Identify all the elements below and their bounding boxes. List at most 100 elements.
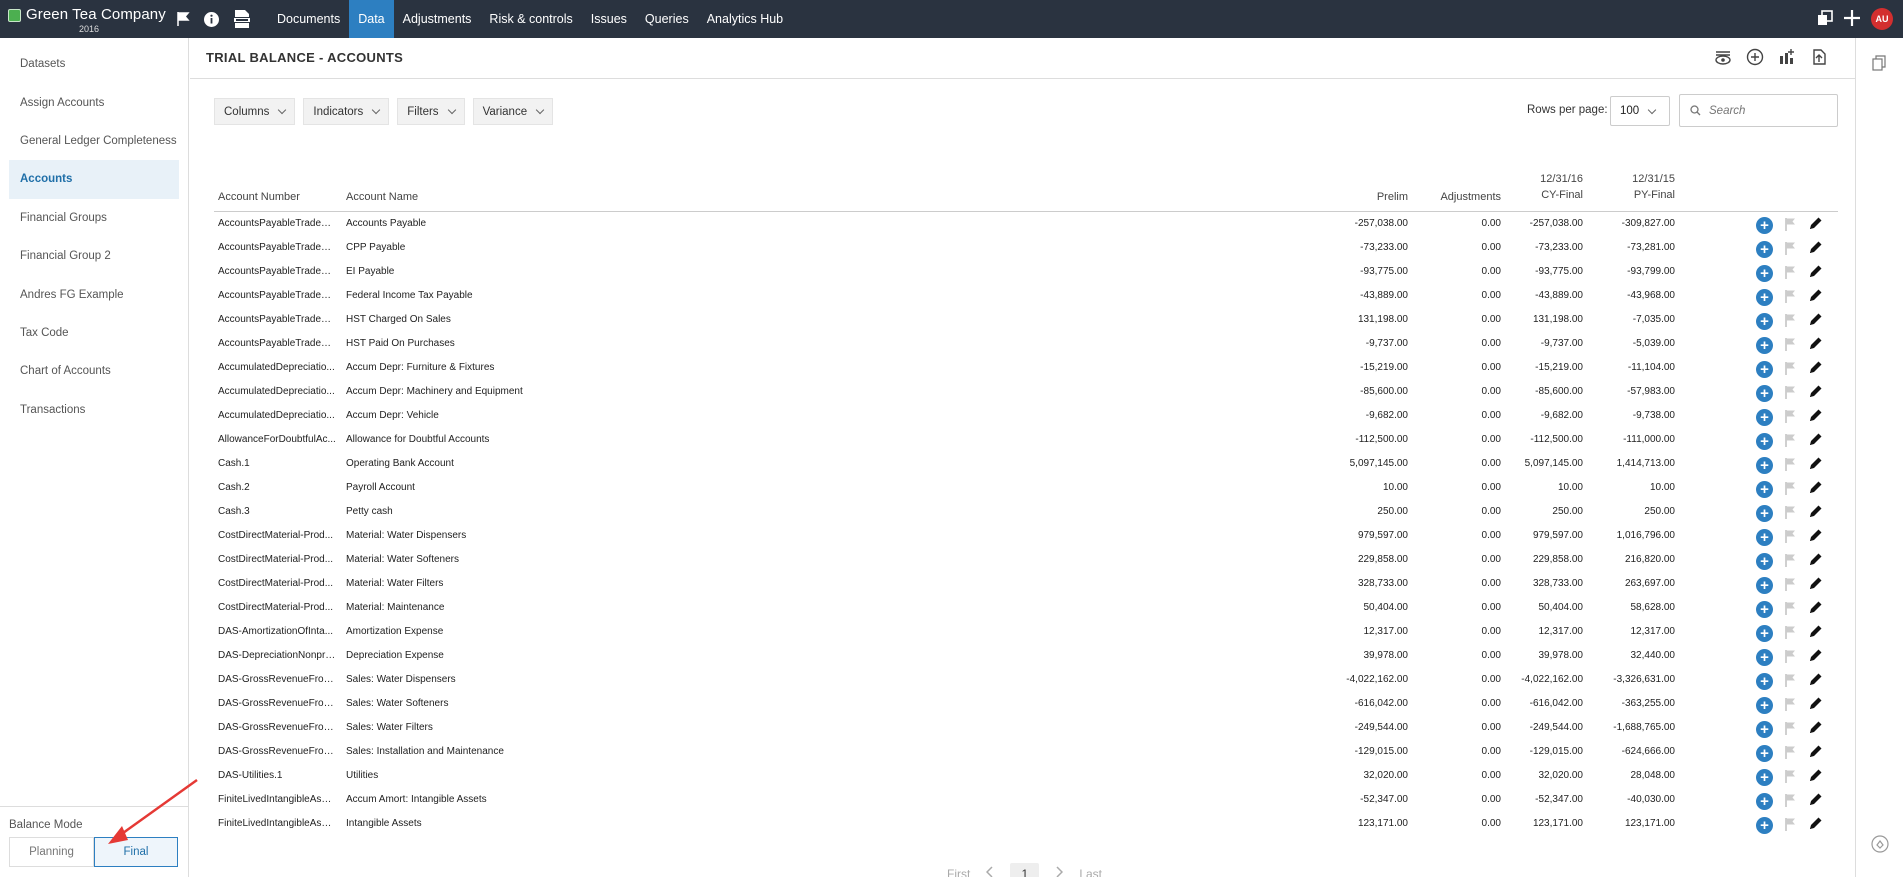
flag-icon[interactable] [1784, 337, 1797, 354]
sidebar-item-datasets[interactable]: Datasets [9, 45, 179, 83]
flag-icon[interactable] [1784, 241, 1797, 258]
add-icon[interactable] [1843, 9, 1861, 30]
search-box[interactable] [1679, 94, 1838, 127]
sidebar-item-assign-accounts[interactable]: Assign Accounts [9, 83, 179, 121]
add-row-icon[interactable]: + [1756, 552, 1773, 570]
nav-adjustments[interactable]: Adjustments [394, 0, 481, 38]
edit-icon[interactable] [1808, 240, 1823, 258]
add-row-icon[interactable]: + [1756, 240, 1773, 258]
table-row[interactable]: AccountsPayableTradeCu... Accounts Payabl… [214, 212, 1838, 236]
flag-icon[interactable] [1784, 769, 1797, 786]
flag-icon[interactable] [1784, 313, 1797, 330]
sidebar-item-andres-fg-example[interactable]: Andres FG Example [9, 275, 179, 313]
table-row[interactable]: AccountsPayableTradeCu... HST Charged On … [214, 308, 1838, 332]
flag-icon[interactable] [1784, 649, 1797, 666]
edit-icon[interactable] [1808, 600, 1823, 618]
flag-icon[interactable] [1784, 793, 1797, 810]
add-row-icon[interactable]: + [1756, 624, 1773, 642]
export-icon[interactable] [1810, 48, 1828, 69]
table-row[interactable]: Cash.3 Petty cash 250.00 0.00 250.00 250.00 + [214, 500, 1838, 524]
flag-icon[interactable] [1784, 505, 1797, 522]
avatar[interactable]: AU [1871, 8, 1893, 30]
edit-icon[interactable] [1808, 408, 1823, 426]
flag-icon[interactable] [175, 11, 191, 27]
table-row[interactable]: AccountsPayableTradeCu... HST Paid On Pur… [214, 332, 1838, 356]
flag-icon[interactable] [1784, 721, 1797, 738]
flag-icon[interactable] [1784, 817, 1797, 834]
edit-icon[interactable] [1808, 768, 1823, 786]
chart-add-icon[interactable] [1778, 48, 1796, 69]
brand[interactable]: Green Tea Company 2016 [0, 0, 170, 38]
add-row-icon[interactable]: + [1756, 480, 1773, 498]
window-copy-icon[interactable] [1817, 9, 1833, 29]
edit-icon[interactable] [1808, 432, 1823, 450]
add-row-icon[interactable]: + [1756, 288, 1773, 306]
edit-icon[interactable] [1808, 552, 1823, 570]
col-account-number[interactable]: Account Number [218, 191, 300, 203]
chevron-right-icon[interactable] [1055, 866, 1064, 877]
table-row[interactable]: Cash.2 Payroll Account 10.00 0.00 10.00 10.00… [214, 476, 1838, 500]
edit-icon[interactable] [1808, 576, 1823, 594]
edit-icon[interactable] [1808, 672, 1823, 690]
edit-icon[interactable] [1808, 480, 1823, 498]
add-row-icon[interactable]: + [1756, 336, 1773, 354]
pager-current-page[interactable]: 1 [1010, 863, 1040, 877]
col-cy-final[interactable]: 12/31/16 CY-Final [1540, 171, 1583, 203]
table-row[interactable]: CostDirectMaterial-Prod... Material: Main… [214, 596, 1838, 620]
col-py-final[interactable]: 12/31/15 PY-Final [1632, 171, 1675, 203]
table-row[interactable]: DAS-AmortizationOfIntа... Amortization Ex… [214, 620, 1838, 644]
col-account-name[interactable]: Account Name [346, 191, 418, 203]
table-row[interactable]: AccountsPayableTradeCu... CPP Payable -73,… [214, 236, 1838, 260]
table-row[interactable]: Cash.1 Operating Bank Account 5,097,145.00… [214, 452, 1838, 476]
edit-icon[interactable] [1808, 504, 1823, 522]
flag-icon[interactable] [1784, 745, 1797, 762]
add-row-icon[interactable]: + [1756, 504, 1773, 522]
edit-icon[interactable] [1808, 720, 1823, 738]
table-row[interactable]: AccountsPayableTradeCu... Federal Income … [214, 284, 1838, 308]
nav-queries[interactable]: Queries [636, 0, 698, 38]
flag-icon[interactable] [1784, 697, 1797, 714]
indicators-dropdown[interactable]: Indicators [303, 98, 390, 125]
chevron-left-icon[interactable] [986, 866, 994, 877]
view-icon[interactable] [1714, 48, 1732, 69]
add-row-icon[interactable]: + [1756, 816, 1773, 834]
sidebar-item-financial-groups[interactable]: Financial Groups [9, 199, 179, 237]
add-row-icon[interactable]: + [1756, 576, 1773, 594]
add-row-icon[interactable]: + [1756, 264, 1773, 282]
table-row[interactable]: DAS-Utilities.1 Utilities 32,020.00 0.00 32,… [214, 764, 1838, 788]
info-icon[interactable] [203, 11, 220, 28]
add-row-icon[interactable]: + [1756, 696, 1773, 714]
flag-icon[interactable] [1784, 601, 1797, 618]
search-input[interactable] [1709, 104, 1819, 117]
columns-dropdown[interactable]: Columns [214, 98, 296, 125]
col-adjustments[interactable]: Adjustments [1440, 191, 1501, 203]
add-row-icon[interactable]: + [1756, 384, 1773, 402]
flag-icon[interactable] [1784, 433, 1797, 450]
flag-icon[interactable] [1784, 529, 1797, 546]
nav-documents[interactable]: Documents [268, 0, 349, 38]
sidebar-item-chart-of-accounts[interactable]: Chart of Accounts [9, 352, 179, 390]
edit-icon[interactable] [1808, 384, 1823, 402]
add-row-icon[interactable]: + [1756, 432, 1773, 450]
table-row[interactable]: AccumulatedDepreciatio... Accum Depr: Fur… [214, 356, 1838, 380]
edit-icon[interactable] [1808, 264, 1823, 282]
table-row[interactable]: CostDirectMaterial-Prod... Material: Wate… [214, 572, 1838, 596]
table-row[interactable]: DAS-GrossRevenueFrom... Sales: Installati… [214, 740, 1838, 764]
add-row-icon[interactable]: + [1756, 600, 1773, 618]
nav-risk-controls[interactable]: Risk & controls [480, 0, 581, 38]
flag-icon[interactable] [1784, 265, 1797, 282]
add-row-icon[interactable]: + [1756, 744, 1773, 762]
edit-icon[interactable] [1808, 216, 1823, 234]
table-row[interactable]: AccountsPayableTradeCu... EI Payable -93,7… [214, 260, 1838, 284]
flag-icon[interactable] [1784, 625, 1797, 642]
sidebar-item-general-ledger-completeness[interactable]: General Ledger Completeness [9, 122, 179, 160]
planning-button[interactable]: Planning [9, 837, 94, 867]
variance-dropdown[interactable]: Variance [472, 98, 554, 125]
nav-analytics-hub[interactable]: Analytics Hub [698, 0, 792, 38]
table-row[interactable]: AllowanceForDoubtfulAc... Allowance for D… [214, 428, 1838, 452]
flag-icon[interactable] [1784, 385, 1797, 402]
edit-icon[interactable] [1808, 360, 1823, 378]
add-circle-icon[interactable] [1746, 48, 1764, 69]
sidebar-item-accounts[interactable]: Accounts [9, 160, 179, 199]
add-row-icon[interactable]: + [1756, 768, 1773, 786]
